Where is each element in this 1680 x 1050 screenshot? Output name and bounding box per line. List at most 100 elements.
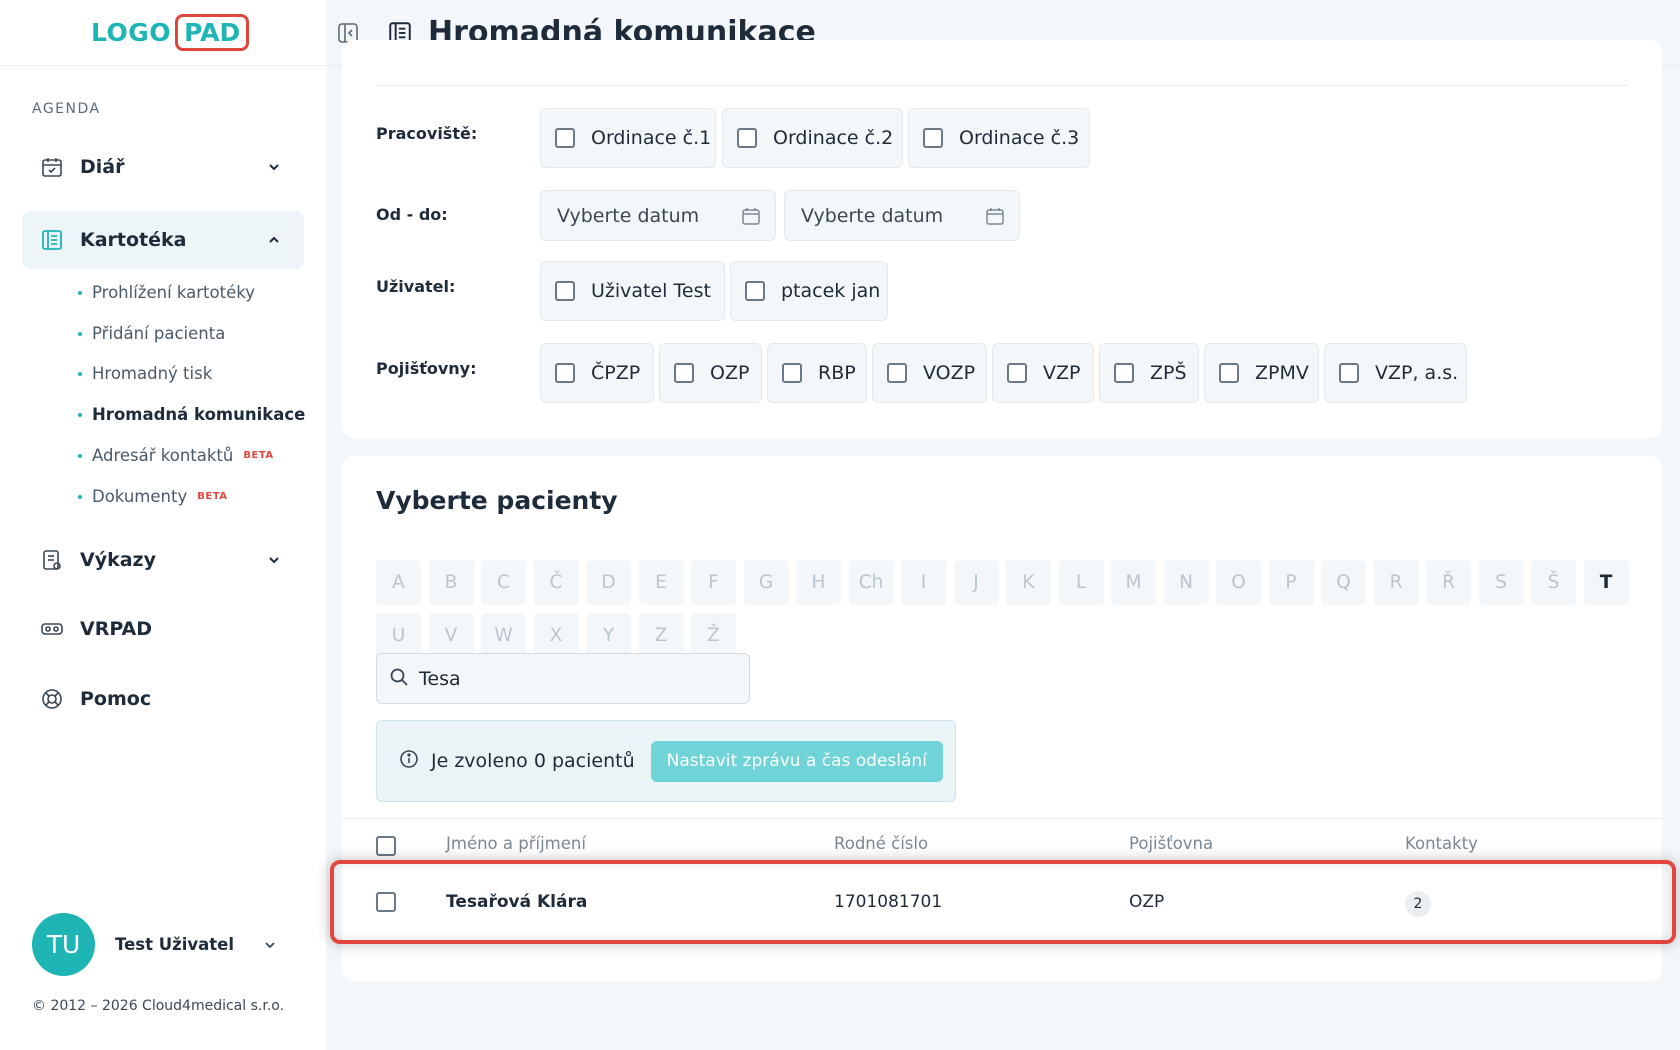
checkbox[interactable] — [674, 363, 694, 383]
search-box[interactable] — [376, 653, 750, 704]
logo-pad: PAD — [175, 14, 250, 51]
letter-filter-h[interactable]: H — [796, 560, 841, 605]
checkbox[interactable] — [737, 128, 757, 148]
checkbox[interactable] — [782, 363, 802, 383]
subitem-prohlizeni[interactable]: Prohlížení kartotéky — [78, 283, 255, 302]
letter-filter-k[interactable]: K — [1006, 560, 1051, 605]
column-header-name: Jméno a příjmení — [446, 834, 586, 853]
insurance-checkbox-cpzp[interactable]: ČPZP — [540, 343, 654, 403]
letter-filter-š[interactable]: Š — [1531, 560, 1576, 605]
copyright: © 2012 – 2026 Cloud4medical s.r.o. — [32, 998, 285, 1014]
letter-filter-b[interactable]: B — [428, 560, 474, 605]
checkbox[interactable] — [1114, 363, 1134, 383]
checkbox[interactable] — [555, 363, 575, 383]
date-to-field[interactable]: Vyberte datum — [784, 190, 1020, 241]
letter-filter-o[interactable]: O — [1216, 560, 1261, 605]
search-icon — [389, 667, 409, 691]
letter-filter-a[interactable]: A — [376, 560, 421, 605]
letter-filter-r[interactable]: R — [1373, 560, 1419, 605]
letter-filter-l[interactable]: L — [1058, 560, 1104, 605]
checkbox[interactable] — [745, 281, 765, 301]
checkbox[interactable] — [923, 128, 943, 148]
letter-filter-m[interactable]: M — [1111, 560, 1156, 605]
user-checkbox-2[interactable]: ptacek jan — [730, 261, 888, 321]
subitem-label: Adresář kontaktů — [92, 446, 234, 465]
insurance-checkbox-zpmv[interactable]: ZPMV — [1204, 343, 1319, 403]
calendar-icon — [40, 155, 64, 179]
letter-filter-ž[interactable]: Ž — [691, 613, 736, 658]
letter-filter-z[interactable]: Z — [638, 613, 684, 658]
select-all-checkbox[interactable] — [376, 836, 396, 856]
letter-filter-q[interactable]: Q — [1321, 560, 1366, 605]
letter-filter-f[interactable]: F — [691, 560, 736, 605]
insurance-checkbox-ozp[interactable]: OZP — [659, 343, 762, 403]
search-input[interactable] — [419, 667, 739, 690]
column-header-insurance: Pojišťovna — [1129, 834, 1214, 853]
sidebar-item-vrpad[interactable]: VRPAD — [22, 600, 304, 658]
insurance-checkbox-zps[interactable]: ZPŠ — [1099, 343, 1199, 403]
set-message-button[interactable]: Nastavit zprávu a čas odeslání — [650, 740, 943, 782]
sidebar-item-pomoc[interactable]: Pomoc — [22, 670, 304, 728]
user-menu[interactable]: TU Test Uživatel — [32, 913, 292, 976]
subitem-dokumenty[interactable]: Dokumenty BETA — [78, 487, 227, 506]
checkbox-label: ZPMV — [1255, 362, 1309, 384]
insurance-checkbox-rbp[interactable]: RBP — [767, 343, 867, 403]
workplace-checkbox-1[interactable]: Ordinace č.1 — [540, 108, 716, 168]
subitem-label: Hromadný tisk — [92, 364, 213, 383]
insurance-checkbox-vzp-as[interactable]: VZP, a.s. — [1324, 343, 1467, 403]
workplace-checkbox-3[interactable]: Ordinace č.3 — [908, 108, 1090, 168]
insurance-checkbox-vzp[interactable]: VZP — [992, 343, 1094, 403]
checkbox[interactable] — [887, 363, 907, 383]
letter-filter-t[interactable]: T — [1583, 560, 1629, 605]
letter-filter-x[interactable]: X — [533, 613, 579, 658]
sidebar-item-diar[interactable]: Diář — [22, 138, 304, 196]
letter-filter-y[interactable]: Y — [586, 613, 631, 658]
letter-filter-s[interactable]: S — [1478, 560, 1524, 605]
checkbox[interactable] — [1007, 363, 1027, 383]
lifebuoy-icon — [40, 687, 64, 711]
letter-filter-ř[interactable]: Ř — [1426, 560, 1471, 605]
letter-filter-u[interactable]: U — [376, 613, 421, 658]
subitem-komunikace[interactable]: Hromadná komunikace — [78, 405, 305, 424]
letter-filter-j[interactable]: J — [953, 560, 999, 605]
letter-filter-p[interactable]: P — [1268, 560, 1314, 605]
letter-filter-c[interactable]: C — [481, 560, 526, 605]
letter-filter-e[interactable]: E — [638, 560, 684, 605]
checkbox[interactable] — [1219, 363, 1239, 383]
letter-filter-d[interactable]: D — [586, 560, 631, 605]
table-row[interactable]: Tesařová Klára 1701081701 OZP 2 — [342, 866, 1662, 946]
sidebar-item-kartoteka[interactable]: Kartotéka — [22, 211, 304, 269]
subitem-tisk[interactable]: Hromadný tisk — [78, 364, 212, 383]
subitem-pridani[interactable]: Přidání pacienta — [78, 324, 225, 343]
subitem-adresar[interactable]: Adresář kontaktů BETA — [78, 446, 274, 465]
letter-filter-g[interactable]: G — [743, 560, 789, 605]
letter-filter-ch[interactable]: Ch — [848, 560, 894, 605]
letter-filter-i[interactable]: I — [901, 560, 946, 605]
checkbox-label: VZP, a.s. — [1375, 362, 1459, 384]
row-checkbox[interactable] — [376, 892, 396, 912]
date-from-field[interactable]: Vyberte datum — [540, 190, 776, 241]
user-label: Uživatel: — [376, 277, 456, 296]
insurance-checkbox-vozp[interactable]: VOZP — [872, 343, 987, 403]
info-text: Je zvoleno 0 pacientů — [431, 750, 635, 772]
letter-filter-č[interactable]: Č — [533, 560, 579, 605]
patient-insurance: OZP — [1129, 892, 1165, 912]
sidebar-item-vykazy[interactable]: Výkazy — [22, 531, 304, 589]
logo[interactable]: LOGO PAD — [0, 0, 326, 66]
checkbox-label: ČPZP — [591, 362, 641, 384]
sidebar: LOGO PAD AGENDA Diář Kartotéka Prohlížen… — [0, 0, 326, 1050]
letter-filter-w[interactable]: W — [481, 613, 526, 658]
checkbox[interactable] — [555, 128, 575, 148]
date-from-placeholder: Vyberte datum — [557, 204, 700, 227]
checkbox[interactable] — [555, 281, 575, 301]
letter-filter-n[interactable]: N — [1163, 560, 1209, 605]
workplace-checkbox-2[interactable]: Ordinace č.2 — [722, 108, 903, 168]
user-checkbox-1[interactable]: Uživatel Test — [540, 261, 725, 321]
letter-filter-v[interactable]: V — [428, 613, 474, 658]
workplace-label: Pracoviště: — [376, 124, 478, 143]
calendar-icon — [985, 206, 1005, 230]
checkbox-label: OZP — [710, 362, 750, 384]
section-label-agenda: AGENDA — [32, 101, 101, 117]
column-header-contacts: Kontakty — [1405, 834, 1478, 853]
checkbox[interactable] — [1339, 363, 1359, 383]
